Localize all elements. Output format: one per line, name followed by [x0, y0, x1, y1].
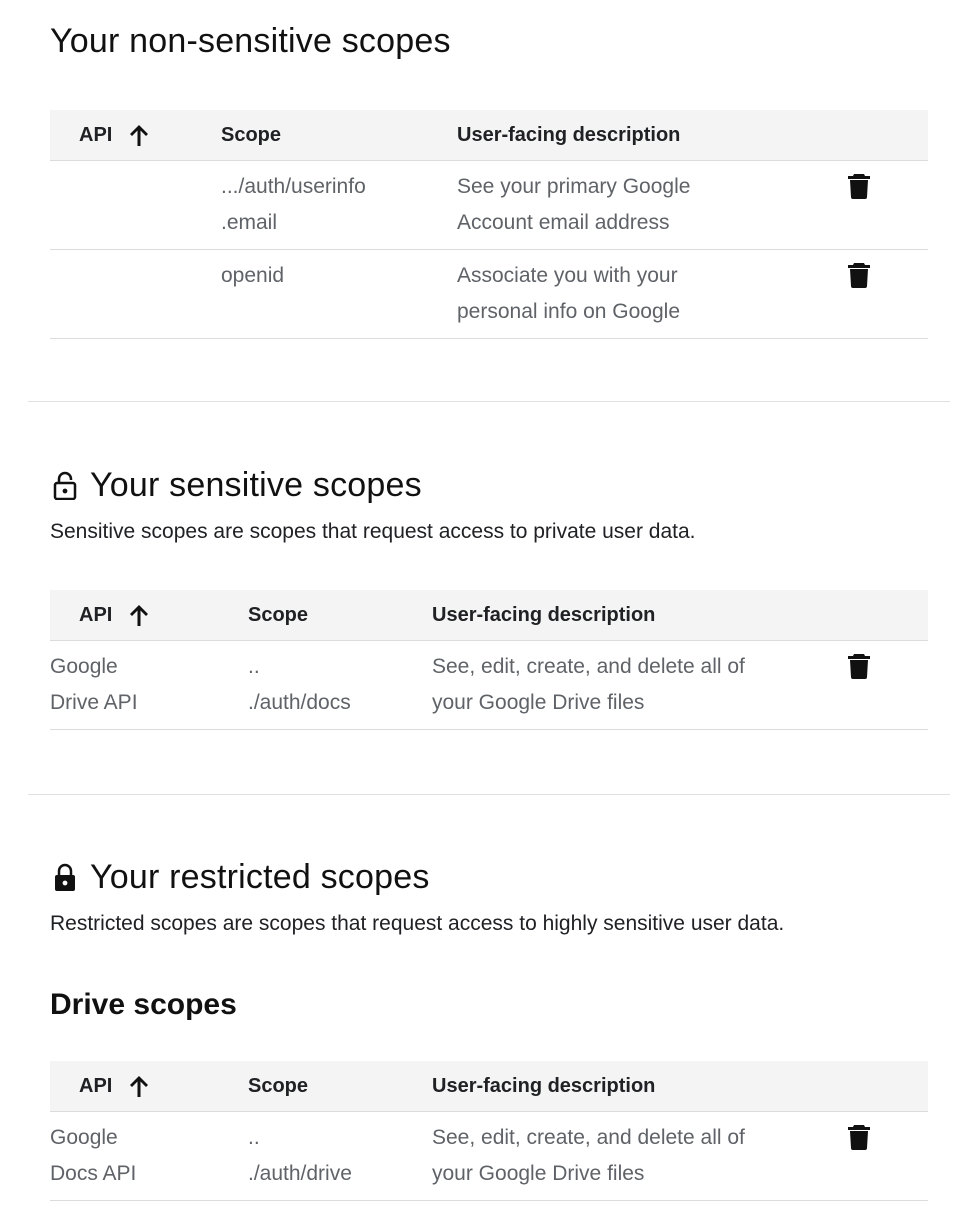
api-text: Google — [50, 655, 118, 678]
description-text: See, edit, create, and delete all of — [432, 655, 745, 678]
scope-column-header: Scope — [248, 590, 432, 641]
actions-cell — [847, 160, 928, 250]
restricted-section: Your restricted scopes Restricted scopes… — [50, 854, 928, 1022]
description-text: personal info on Google — [457, 300, 680, 323]
description-cell: See, edit, create, and delete all of you… — [432, 1111, 847, 1201]
api-text: Drive API — [50, 691, 138, 714]
table-header-row: API Scope User-facing description — [50, 590, 928, 641]
description-text: See, edit, create, and delete all of — [432, 1126, 745, 1149]
scope-cell: .. ./auth/docs — [248, 640, 432, 730]
api-column-header[interactable]: API — [50, 590, 248, 641]
non-sensitive-title: Your non-sensitive scopes — [50, 21, 451, 60]
arrow-up-icon[interactable] — [128, 1074, 150, 1098]
actions-column-header — [847, 1061, 928, 1112]
api-text: Google — [50, 1126, 118, 1149]
restricted-title: Your restricted scopes — [50, 854, 928, 900]
sensitive-title: Your sensitive scopes — [50, 462, 928, 508]
scope-text: .../auth/userinfo — [221, 175, 366, 198]
scope-cell: openid — [221, 249, 457, 339]
actions-cell — [847, 249, 928, 339]
non-sensitive-table-wrap: API Scope User-facing description .../au… — [50, 110, 928, 339]
sensitive-table: API Scope User-facing description Google… — [50, 590, 928, 730]
restricted-subtitle: Restricted scopes are scopes that reques… — [50, 912, 785, 935]
api-header-label: API — [79, 1074, 113, 1097]
table-header-row: API Scope User-facing description — [50, 1061, 928, 1112]
restricted-table-wrap: API Scope User-facing description Google… — [50, 1061, 928, 1201]
scope-text: ./auth/docs — [248, 691, 351, 714]
trash-icon[interactable] — [847, 1124, 871, 1150]
table-row: .../auth/userinfo .email See your primar… — [50, 160, 928, 250]
scope-column-header: Scope — [221, 110, 457, 161]
table-row: Google Docs API .. ./auth/drive See, edi… — [50, 1111, 928, 1201]
api-cell — [50, 249, 221, 339]
restricted-title-text: Your restricted scopes — [90, 857, 430, 896]
restricted-table: API Scope User-facing description Google… — [50, 1061, 928, 1201]
actions-cell — [847, 1111, 928, 1201]
description-text: your Google Drive files — [432, 1162, 645, 1185]
actions-column-header — [847, 590, 928, 641]
scope-text: openid — [221, 264, 285, 287]
api-column-header[interactable]: API — [50, 1061, 248, 1112]
description-column-header: User-facing description — [457, 110, 847, 161]
table-row: Google Drive API .. ./auth/docs See, edi… — [50, 640, 928, 730]
sensitive-table-wrap: API Scope User-facing description Google… — [50, 590, 928, 730]
description-cell: Associate you with your personal info on… — [457, 249, 847, 339]
description-text: your Google Drive files — [432, 691, 645, 714]
lock-icon — [50, 862, 80, 892]
trash-icon[interactable] — [847, 653, 871, 679]
section-divider — [28, 401, 950, 402]
api-text: Docs API — [50, 1162, 137, 1185]
scope-text: ./auth/drive — [248, 1162, 352, 1185]
actions-cell — [847, 640, 928, 730]
sensitive-section: Your sensitive scopes Sensitive scopes a… — [50, 462, 928, 544]
scope-text: .. — [248, 655, 260, 678]
description-column-header: User-facing description — [432, 590, 847, 641]
api-header-label: API — [79, 603, 113, 626]
api-cell — [50, 160, 221, 250]
description-column-header: User-facing description — [432, 1061, 847, 1112]
description-cell: See, edit, create, and delete all of you… — [432, 640, 847, 730]
api-cell: Google Drive API — [50, 640, 248, 730]
scope-cell: .../auth/userinfo .email — [221, 160, 457, 250]
scope-text: .. — [248, 1126, 260, 1149]
arrow-up-icon[interactable] — [128, 603, 150, 627]
trash-icon[interactable] — [847, 173, 871, 199]
trash-icon[interactable] — [847, 262, 871, 288]
non-sensitive-section: Your non-sensitive scopes — [50, 18, 928, 64]
scope-text: .email — [221, 211, 278, 234]
table-row: openid Associate you with your personal … — [50, 249, 928, 339]
arrow-up-icon[interactable] — [128, 123, 150, 147]
description-text: Account email address — [457, 211, 670, 234]
api-cell: Google Docs API — [50, 1111, 248, 1201]
scope-cell: .. ./auth/drive — [248, 1111, 432, 1201]
api-column-header[interactable]: API — [50, 110, 221, 161]
table-header-row: API Scope User-facing description — [50, 110, 928, 161]
api-header-label: API — [79, 123, 113, 146]
scope-column-header: Scope — [248, 1061, 432, 1112]
description-text: Associate you with your — [457, 264, 678, 287]
actions-column-header — [847, 110, 928, 161]
description-text: See your primary Google — [457, 175, 691, 198]
sensitive-title-text: Your sensitive scopes — [90, 465, 422, 504]
drive-scopes-heading: Drive scopes — [50, 988, 237, 1021]
section-divider — [28, 794, 950, 795]
non-sensitive-table: API Scope User-facing description .../au… — [50, 110, 928, 339]
description-cell: See your primary Google Account email ad… — [457, 160, 847, 250]
sensitive-subtitle: Sensitive scopes are scopes that request… — [50, 520, 696, 543]
lock-open-icon — [50, 470, 80, 500]
